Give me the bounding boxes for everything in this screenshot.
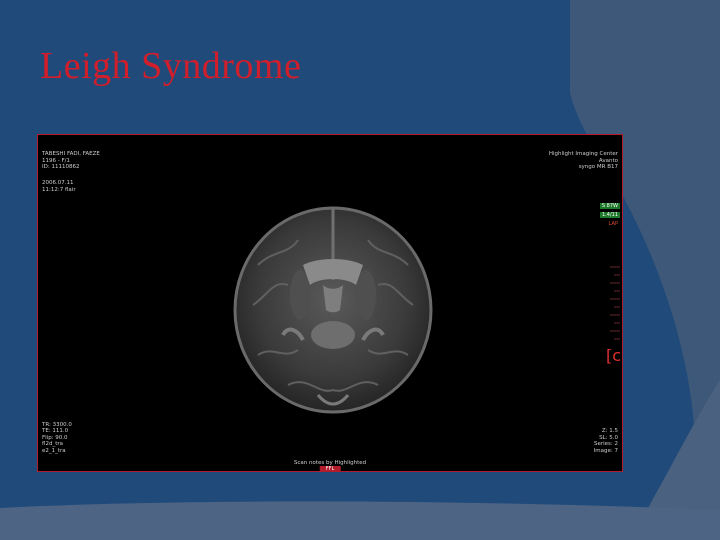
study-date: 2006.07.11 11:12:7 flair — [42, 180, 76, 193]
mri-image[interactable]: TABESHI FADI, FAEZE 1196 - F/1 ID: 1111086… — [37, 134, 623, 472]
slide-title: Leigh Syndrome — [40, 45, 302, 87]
orientation-tag: LAP — [608, 221, 618, 227]
background-wave — [0, 501, 720, 540]
scan-params: TR: 3300.0 TE: 111.0 Flip: 90.0 fl2d_tra e2_… — [42, 421, 72, 454]
center-info: Highlight Imaging Center Avanto syngo MR B… — [548, 151, 618, 170]
brain-scan — [233, 206, 433, 414]
scale-bracket: [c — [605, 346, 621, 365]
window-tag: S 87W — [599, 203, 620, 209]
level-tag: 1.4/11 — [600, 212, 620, 218]
orientation-badge: FFL — [319, 466, 341, 471]
scale-ruler — [610, 266, 620, 340]
